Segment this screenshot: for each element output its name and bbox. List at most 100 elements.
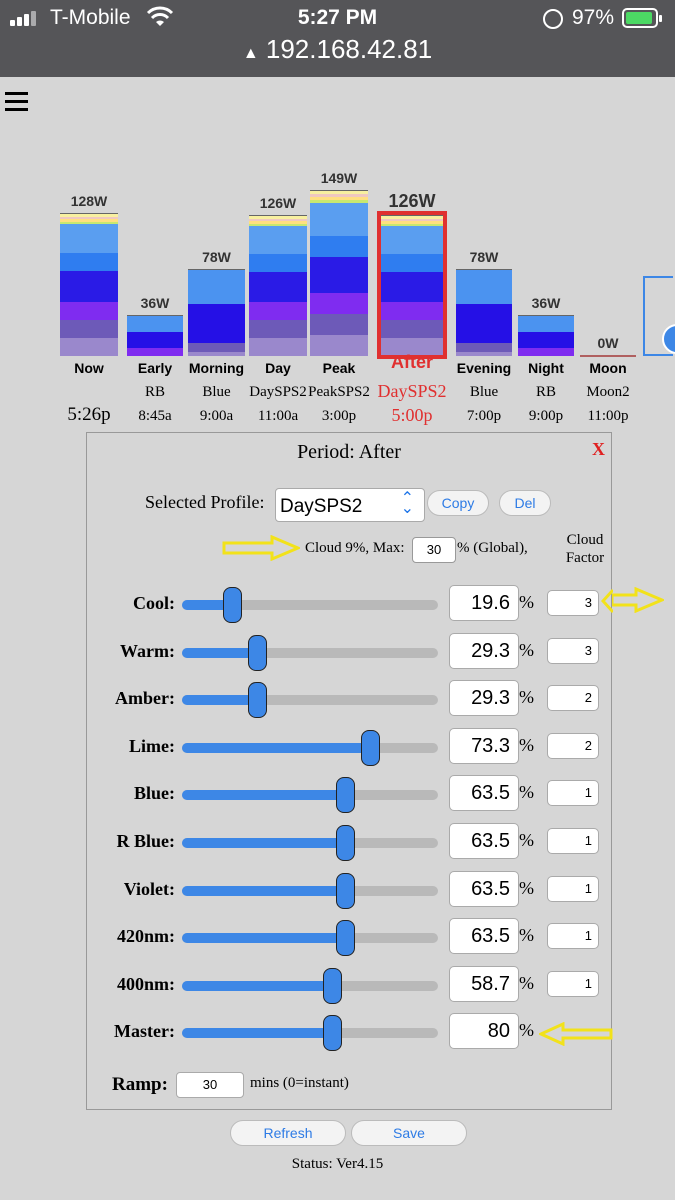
hamburger-menu-icon[interactable] bbox=[5, 92, 29, 112]
battery-icon bbox=[622, 8, 662, 28]
channel-value-input[interactable]: 29.3 bbox=[449, 680, 519, 717]
percent-sign: % bbox=[519, 592, 534, 612]
address-bar[interactable]: ▲ 192.168.42.81 bbox=[0, 34, 675, 65]
channel-value-input[interactable]: 19.6 bbox=[449, 585, 519, 621]
channel-slider[interactable] bbox=[182, 634, 438, 671]
cloud-max-input[interactable]: 30 bbox=[412, 537, 456, 563]
slider-thumb[interactable] bbox=[323, 967, 343, 1004]
channel-slider[interactable] bbox=[182, 1015, 438, 1052]
cloud-factor-input[interactable]: 1 bbox=[547, 875, 599, 902]
profile-select-value: DaySPS2 bbox=[280, 496, 363, 517]
channel-label: Cool: bbox=[133, 593, 175, 613]
period-bar[interactable] bbox=[456, 269, 512, 356]
period-name[interactable]: Peak bbox=[304, 360, 374, 376]
channel-label: Lime: bbox=[129, 735, 175, 756]
period-name[interactable]: Moon bbox=[573, 360, 643, 376]
channel-slider[interactable] bbox=[182, 587, 438, 623]
period-time: 5:26p bbox=[67, 404, 111, 425]
channel-slider[interactable] bbox=[182, 920, 438, 957]
channel-value-input[interactable]: 80 bbox=[449, 1013, 519, 1050]
channel-slider[interactable] bbox=[182, 777, 438, 814]
channel-slider[interactable] bbox=[182, 872, 438, 909]
period-watts: 126W bbox=[388, 191, 436, 211]
period-bar[interactable] bbox=[249, 215, 307, 356]
channel-row: 420nm: 63.5% 1 bbox=[87, 916, 613, 957]
slider-thumb[interactable] bbox=[360, 729, 380, 766]
channel-value-input[interactable]: 63.5 bbox=[449, 823, 519, 859]
channel-row: Amber: 29.3% 2 bbox=[87, 678, 613, 719]
channel-label: Warm: bbox=[120, 640, 175, 661]
period-bar[interactable] bbox=[188, 269, 245, 356]
channel-label: Amber: bbox=[115, 688, 175, 709]
channel-value-input[interactable]: 63.5 bbox=[449, 918, 519, 955]
slider-thumb[interactable] bbox=[335, 920, 355, 957]
period-name[interactable]: Evening bbox=[449, 360, 519, 376]
period-name[interactable]: Night bbox=[511, 360, 581, 376]
period-name[interactable]: Early bbox=[120, 360, 190, 376]
period-profile: Moon2 bbox=[586, 384, 630, 400]
period-bar[interactable] bbox=[60, 213, 118, 356]
save-button[interactable]: Save bbox=[351, 1120, 467, 1146]
ramp-hint: mins (0=instant) bbox=[250, 1075, 349, 1091]
ramp-label: Ramp: bbox=[112, 1074, 168, 1095]
channel-value-input[interactable]: 63.5 bbox=[449, 775, 519, 812]
refresh-button[interactable]: Refresh bbox=[230, 1120, 346, 1146]
warning-icon: ▲ bbox=[242, 45, 259, 62]
cloud-factor-input[interactable]: 1 bbox=[547, 923, 599, 950]
slider-fill bbox=[182, 647, 257, 658]
channel-value-input[interactable]: 73.3 bbox=[449, 727, 519, 764]
channel-value-input[interactable]: 58.7 bbox=[449, 965, 519, 1002]
percent-sign: % bbox=[519, 830, 534, 850]
profile-select[interactable]: DaySPS2 ⌃ ⌄ bbox=[275, 488, 425, 522]
slider-fill bbox=[182, 885, 345, 896]
slider-fill bbox=[182, 838, 345, 848]
slider-thumb[interactable] bbox=[248, 634, 267, 671]
channel-row: Lime: 73.3% 2 bbox=[87, 726, 613, 766]
cloud-factor-input[interactable]: 3 bbox=[547, 590, 599, 616]
channel-label: Violet: bbox=[123, 878, 175, 899]
slider-thumb[interactable] bbox=[322, 1015, 342, 1052]
period-bar[interactable] bbox=[127, 315, 183, 356]
slider-thumb[interactable] bbox=[248, 682, 267, 719]
channel-slider[interactable] bbox=[182, 682, 438, 719]
period-name[interactable]: After bbox=[377, 352, 447, 373]
period-watts: 78W bbox=[469, 249, 499, 265]
period-name[interactable]: Morning bbox=[182, 360, 252, 376]
ramp-input[interactable]: 30 bbox=[176, 1072, 244, 1098]
slider-thumb[interactable] bbox=[335, 777, 355, 814]
percent-sign: % bbox=[519, 1020, 534, 1041]
delete-button[interactable]: Del bbox=[499, 490, 551, 516]
period-watts: 128W bbox=[70, 193, 108, 209]
scroll-handle[interactable] bbox=[643, 276, 675, 356]
period-bar[interactable] bbox=[518, 315, 574, 356]
slider-thumb[interactable] bbox=[223, 587, 243, 623]
channel-row: Blue: 63.5% 1 bbox=[87, 773, 613, 814]
period-bar[interactable] bbox=[310, 190, 368, 356]
slider-thumb[interactable] bbox=[335, 825, 355, 861]
channel-value-input[interactable]: 29.3 bbox=[449, 632, 519, 669]
period-bar[interactable] bbox=[377, 211, 447, 359]
chevron-updown-icon: ⌃ ⌄ bbox=[400, 490, 414, 517]
cloud-factor-input[interactable]: 2 bbox=[547, 685, 599, 712]
close-button[interactable]: X bbox=[592, 439, 605, 460]
channel-slider[interactable] bbox=[182, 825, 438, 861]
percent-sign: % bbox=[519, 782, 534, 803]
cloud-factor-input[interactable]: 1 bbox=[547, 828, 599, 854]
cloud-factor-input[interactable]: 2 bbox=[547, 732, 599, 759]
percent-sign: % bbox=[519, 734, 534, 755]
cloud-factor-input[interactable]: 1 bbox=[547, 780, 599, 807]
channel-value-input[interactable]: 63.5 bbox=[449, 870, 519, 907]
channel-row: Cool: 19.6% 3 bbox=[87, 583, 613, 623]
copy-button[interactable]: Copy bbox=[427, 490, 489, 516]
cloud-factor-input[interactable]: 3 bbox=[547, 637, 599, 664]
period-bar[interactable] bbox=[580, 355, 636, 357]
period-bar-chart: 128W Now 5:26p 36W Early RB 8:45a 78W Morning Blu… bbox=[0, 150, 675, 430]
cloud-factor-input[interactable]: 1 bbox=[547, 970, 599, 997]
period-time: 3:00p bbox=[321, 408, 357, 424]
slider-thumb[interactable] bbox=[335, 872, 355, 909]
yellow-arrow-icon bbox=[222, 535, 300, 561]
channel-slider[interactable] bbox=[182, 967, 438, 1004]
channel-slider[interactable] bbox=[182, 729, 438, 766]
period-name[interactable]: Day bbox=[243, 360, 313, 376]
period-name[interactable]: Now bbox=[54, 360, 124, 376]
